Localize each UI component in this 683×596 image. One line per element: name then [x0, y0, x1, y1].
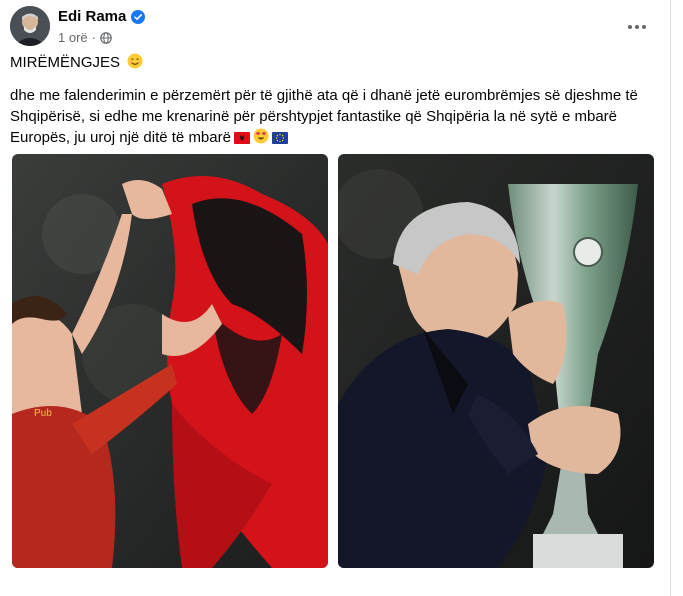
post-photos: Pub — [12, 154, 654, 568]
photo-coach-kissing-trophy[interactable] — [338, 154, 654, 568]
post-header: Edi Rama 1 orë · — [10, 6, 660, 50]
post-greeting: MIRËMËNGJES — [10, 54, 121, 71]
post-body: dhe me falenderimin e përzemërt për të g… — [10, 87, 638, 146]
author-name[interactable]: Edi Rama — [58, 8, 126, 25]
svg-text:Pub: Pub — [34, 408, 52, 419]
post-meta: 1 orë · — [58, 30, 112, 45]
post-body-paragraph: dhe me falenderimin e përzemërt për të g… — [10, 85, 650, 150]
post-greeting-line: MIRËMËNGJES — [10, 52, 650, 75]
albania-flag-emoji-icon — [233, 129, 250, 150]
smiling-face-emoji-icon — [127, 53, 143, 75]
meta-separator: · — [91, 30, 96, 45]
facebook-post: Edi Rama 1 orë · MIRËMËNGJES dhe me fale… — [0, 0, 671, 596]
more-options-icon[interactable] — [620, 10, 654, 44]
verified-badge-icon — [131, 9, 146, 24]
author-line: Edi Rama — [58, 8, 146, 25]
globe-icon[interactable] — [100, 31, 112, 44]
heart-eyes-emoji-icon — [253, 128, 269, 150]
post-time[interactable]: 1 orë — [58, 30, 88, 45]
photo-player-with-flag[interactable]: Pub — [12, 154, 328, 568]
post-text: MIRËMËNGJES dhe me falenderimin e përzem… — [10, 52, 650, 150]
author-avatar[interactable] — [10, 6, 50, 46]
eu-flag-emoji-icon — [271, 129, 288, 150]
